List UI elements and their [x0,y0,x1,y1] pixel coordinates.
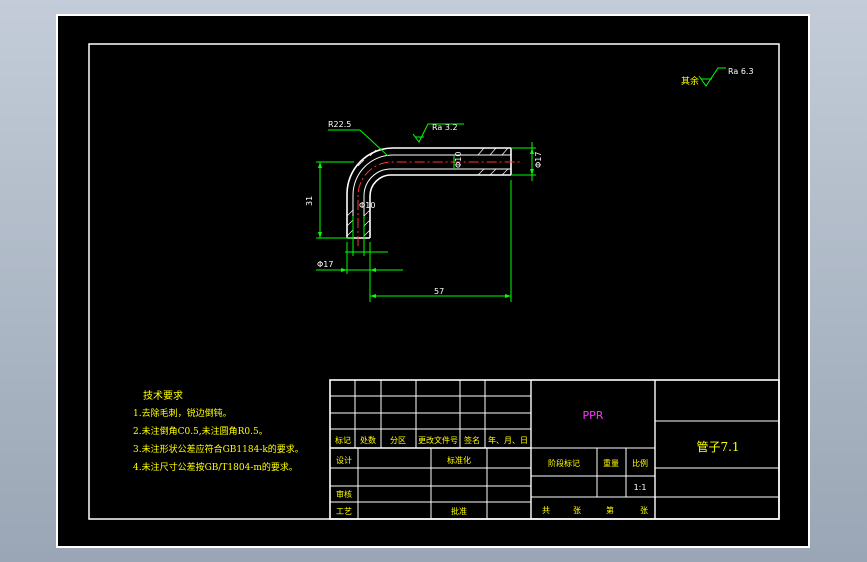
sheets-unit-label: 张 [573,506,581,515]
rev-header: 年、月、日 [488,435,528,445]
finish-prefix: 其余 [681,75,699,87]
dim-length: 57 [434,287,444,296]
scale-label: 比例 [632,458,648,468]
tech-req-item: 3.未注形状公差应符合GB1184-k的要求。 [133,443,304,455]
technical-requirements: 技术要求 1.去除毛刺，锐边倒钝。 2.未注倒角C0.5,未注圆角R0.5。 3… [133,389,304,473]
scale-value: 1:1 [634,483,647,492]
pipe-inner-wall [369,174,511,238]
part-name: 管子7.1 [696,439,739,454]
dim-outer-diameter-vertical: Φ17 [317,260,333,269]
finish-roughness: Ra 6.3 [728,67,754,76]
weight-label: 重量 [603,458,619,468]
design-label: 设计 [336,455,352,465]
approve-label: 批准 [451,506,467,516]
rev-header: 处数 [360,435,376,445]
bore-inner-line [363,168,511,238]
bore-outer-line [352,154,511,238]
dim-inner-diameter-horizontal: Φ10 [454,152,463,168]
sheet-unit-label: 张 [640,506,648,515]
dimensions [316,123,536,302]
dim-bend-radius: R22.5 [328,120,351,129]
tech-req-item: 4.未注尺寸公差按GB/T1804-m的要求。 [133,461,298,473]
process-label: 工艺 [336,507,352,516]
sheets-total-label: 共 [542,506,550,515]
cad-drawing: 其余 Ra 6.3 R22.5 Ra 3.2 31 Φ17 Φ10 Φ17 Φ1… [88,43,780,520]
dim-inner-diameter-vertical: Φ10 [359,201,375,210]
standardize-label: 标准化 [447,455,471,465]
rev-header: 签名 [464,435,480,445]
tech-req-item: 2.未注倒角C0.5,未注圆角R0.5。 [133,425,268,437]
stage-mark-label: 阶段标记 [548,458,580,468]
tech-req-title: 技术要求 [143,389,183,402]
roughness-symbol-icon [698,67,726,87]
dim-height: 31 [305,196,314,206]
material: PPR [583,409,604,422]
rev-header: 更改文件号 [418,435,458,445]
surface-finish-note: 其余 Ra 6.3 [681,67,754,87]
dim-surface-roughness: Ra 3.2 [432,123,458,132]
pipe-part [346,147,520,246]
rev-header: 标记 [335,435,351,445]
sheet-num-label: 第 [606,505,614,515]
tech-req-item: 1.去除毛刺，锐边倒钝。 [133,407,232,419]
dim-outer-diameter-horizontal: Φ17 [534,152,543,168]
review-label: 审核 [336,489,352,499]
drawing-sheet: 其余 Ra 6.3 R22.5 Ra 3.2 31 Φ17 Φ10 Φ17 Φ1… [56,14,810,548]
rev-header: 分区 [390,436,406,445]
